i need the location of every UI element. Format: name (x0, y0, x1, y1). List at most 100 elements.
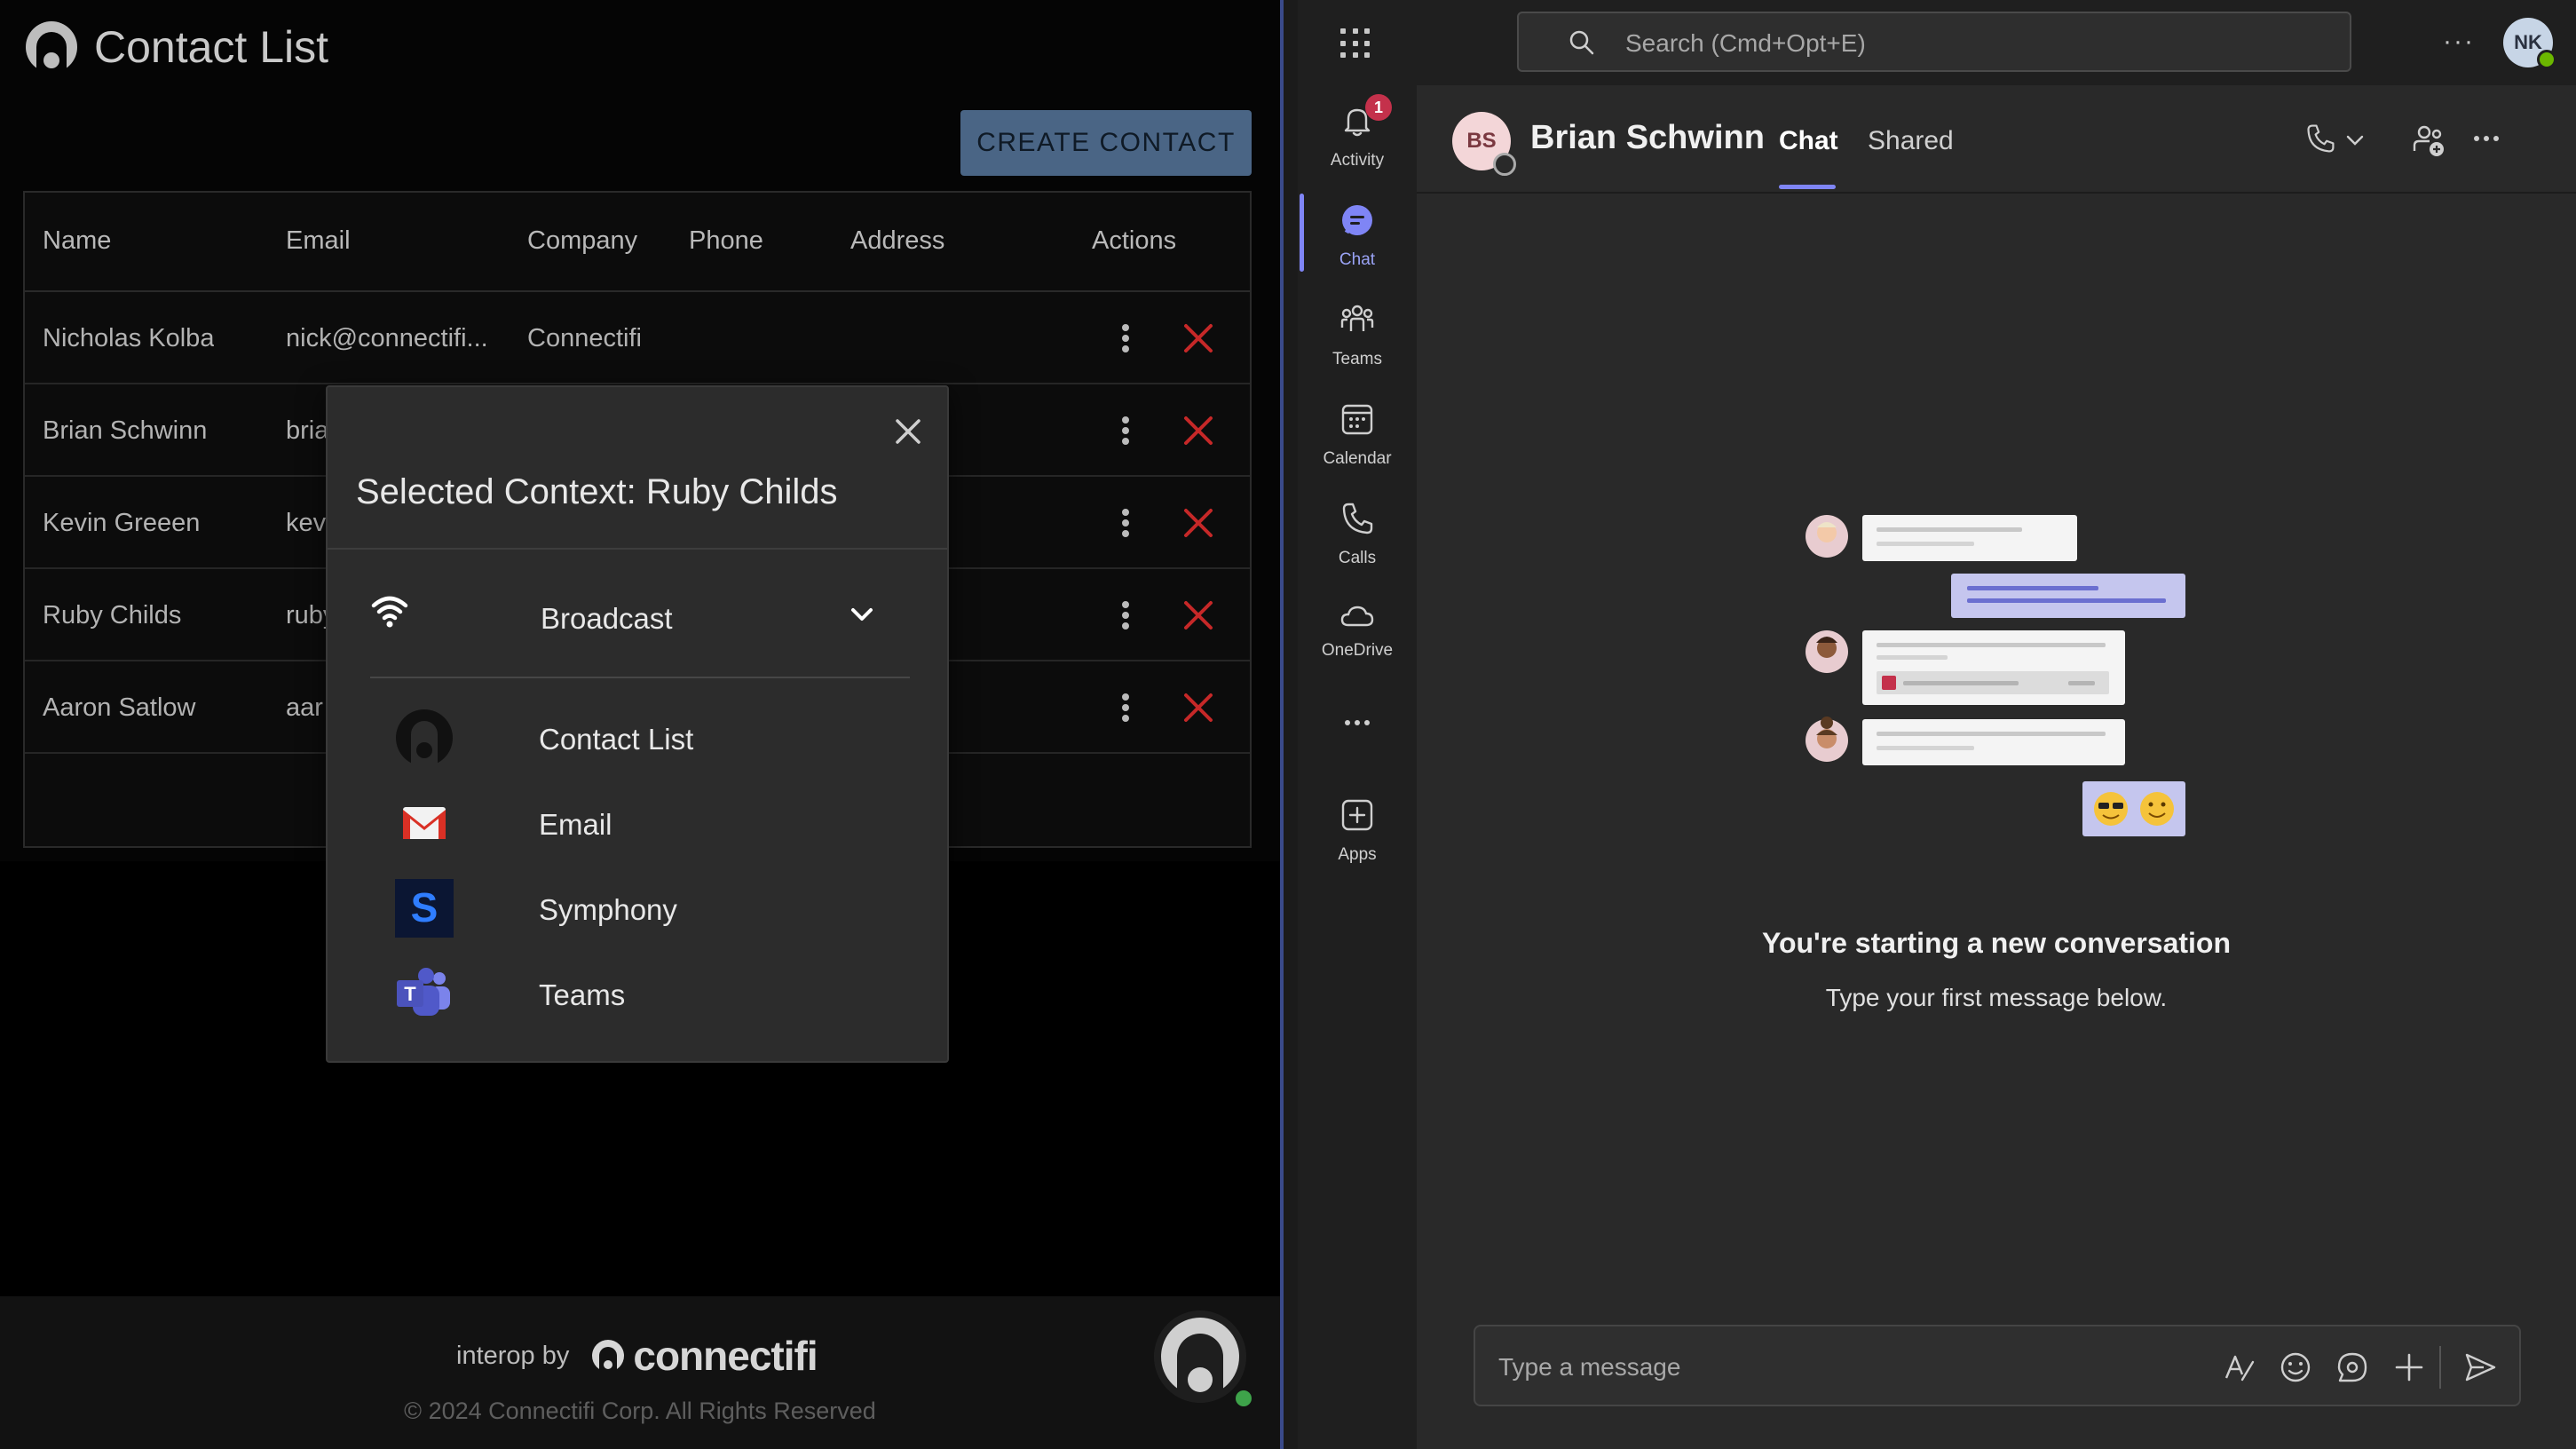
send-icon[interactable] (2462, 1350, 2498, 1385)
message-input[interactable]: Type a message (1498, 1353, 1680, 1382)
emoji-icon[interactable] (2278, 1350, 2313, 1385)
delete-icon[interactable] (1179, 596, 1218, 635)
app-item-label: Email (539, 808, 612, 841)
connectifi-brand: connectifi (590, 1332, 818, 1380)
column-header-name[interactable]: Name (43, 226, 111, 256)
presence-available-icon (2537, 50, 2556, 69)
app-launcher-icon[interactable] (1340, 28, 1371, 59)
column-header-email[interactable]: Email (286, 226, 351, 256)
chat-contact-name[interactable]: Brian Schwinn (1530, 119, 1765, 157)
screen: Contact List CREATE CONTACT Name Email C… (0, 0, 2576, 1449)
contact-name: Kevin Greeen (43, 509, 201, 537)
more-options-icon[interactable]: ··· (2443, 27, 2475, 57)
broadcast-select[interactable]: Broadcast (370, 584, 910, 648)
table-row[interactable]: Nicholas Kolba nick@connectifi... Connec… (25, 292, 1250, 384)
chat-icon (1342, 205, 1372, 235)
delete-icon[interactable] (1179, 319, 1218, 358)
broadcast-label: Broadcast (541, 602, 673, 635)
delete-icon[interactable] (1179, 411, 1218, 450)
rail-item-label: Teams (1332, 350, 1382, 368)
footer: interop by connectifi © 2024 Connectifi … (0, 1296, 1280, 1449)
contact-list-app: Contact List CREATE CONTACT Name Email C… (0, 0, 1280, 1449)
divider (328, 548, 947, 550)
ellipsis-icon (1345, 720, 1370, 725)
more-actions-icon[interactable] (1117, 690, 1134, 725)
delete-icon[interactable] (1179, 688, 1218, 727)
connectifi-logo-icon (396, 709, 453, 767)
rail-item-calendar[interactable]: Calendar (1298, 394, 1417, 483)
more-actions-icon[interactable] (1117, 505, 1134, 541)
contact-email: nick@connectifi... (286, 324, 488, 352)
format-icon[interactable] (2221, 1350, 2256, 1385)
rail-item-chat[interactable]: Chat (1298, 195, 1417, 284)
more-actions-icon[interactable] (1117, 598, 1134, 633)
app-item-teams[interactable]: T Teams (395, 962, 892, 1025)
presence-offline-icon (1493, 153, 1516, 176)
more-apps-icon[interactable] (1298, 698, 1417, 739)
plus-icon[interactable] (2391, 1350, 2427, 1385)
connectifi-mark-icon (592, 1340, 625, 1374)
gmail-icon (403, 807, 446, 839)
app-item-contact-list[interactable]: Contact List (395, 707, 892, 769)
add-people-icon[interactable] (2411, 123, 2446, 158)
search-input[interactable]: Search (Cmd+Opt+E) (1625, 29, 1866, 58)
window-divider (1280, 0, 1298, 1449)
rail-item-label: OneDrive (1321, 641, 1394, 660)
rail-item-label: Activity (1330, 151, 1385, 170)
contact-email: bria (286, 416, 329, 445)
cloud-icon (1340, 606, 1374, 627)
app-item-label: Contact List (539, 723, 694, 756)
notification-badge: 1 (1365, 94, 1392, 121)
rail-item-activity[interactable]: 1 Activity (1298, 94, 1417, 185)
rail-item-teams[interactable]: Teams (1298, 295, 1417, 384)
interop-by-label: interop by (456, 1341, 570, 1370)
divider (2439, 1346, 2441, 1389)
microsoft-teams-icon: T (397, 968, 450, 1016)
loop-icon[interactable] (2335, 1350, 2370, 1385)
more-options-icon[interactable] (2473, 130, 2500, 147)
phone-icon (1342, 503, 1373, 534)
tab-shared[interactable]: Shared (1868, 126, 1954, 156)
table-header: Name Email Company Phone Address Actions (25, 193, 1250, 292)
tab-chat[interactable]: Chat (1779, 126, 1838, 156)
svg-text:S: S (411, 884, 439, 930)
contact-name: Ruby Childs (43, 601, 182, 629)
online-status-dot (1236, 1390, 1252, 1406)
teams-people-icon (1340, 305, 1374, 331)
app-item-symphony[interactable]: S Symphony (395, 877, 892, 939)
interop-branding: interop by connectifi (456, 1332, 818, 1380)
symphony-icon: S (395, 879, 454, 938)
chevron-down-icon[interactable] (2345, 133, 2365, 147)
create-contact-button[interactable]: CREATE CONTACT (960, 110, 1252, 176)
contact-company: Connectifi (527, 324, 642, 352)
contact-email: kev (286, 509, 327, 537)
rail-item-calls[interactable]: Calls (1298, 494, 1417, 582)
phone-icon[interactable] (2304, 123, 2336, 154)
wifi-icon (371, 596, 408, 628)
connectifi-launcher-icon[interactable] (1154, 1310, 1246, 1403)
delete-icon[interactable] (1179, 503, 1218, 542)
contact-name: Aaron Satlow (43, 693, 196, 722)
add-app-icon (1341, 799, 1373, 831)
teams-app-rail: 1 Activity Chat Teams Calendar Calls One… (1298, 85, 1417, 1449)
active-tab-indicator (1779, 185, 1836, 189)
context-dialog: Selected Context: Ruby Childs Broadcast (326, 385, 949, 1063)
app-item-email[interactable]: Email (395, 792, 892, 854)
more-actions-icon[interactable] (1117, 321, 1134, 356)
rail-item-apps[interactable]: Apps (1298, 790, 1417, 879)
app-header: Contact List (25, 18, 328, 76)
column-header-phone[interactable]: Phone (689, 226, 763, 256)
app-item-label: Teams (539, 978, 626, 1011)
message-composer[interactable]: Type a message (1474, 1325, 2521, 1406)
column-header-company[interactable]: Company (527, 226, 637, 256)
divider (370, 677, 910, 678)
chat-header: BS Brian Schwinn Chat Shared (1417, 85, 2576, 194)
brand-text: connectifi (633, 1333, 818, 1379)
more-actions-icon[interactable] (1117, 413, 1134, 448)
close-icon[interactable] (890, 414, 926, 449)
search-bar[interactable]: Search (Cmd+Opt+E) (1517, 12, 2351, 72)
new-conversation-illustration (1806, 515, 2185, 836)
teams-top-bar: Search (Cmd+Opt+E) ··· NK (1298, 0, 2576, 85)
column-header-address[interactable]: Address (850, 226, 944, 256)
rail-item-onedrive[interactable]: OneDrive (1298, 591, 1417, 680)
